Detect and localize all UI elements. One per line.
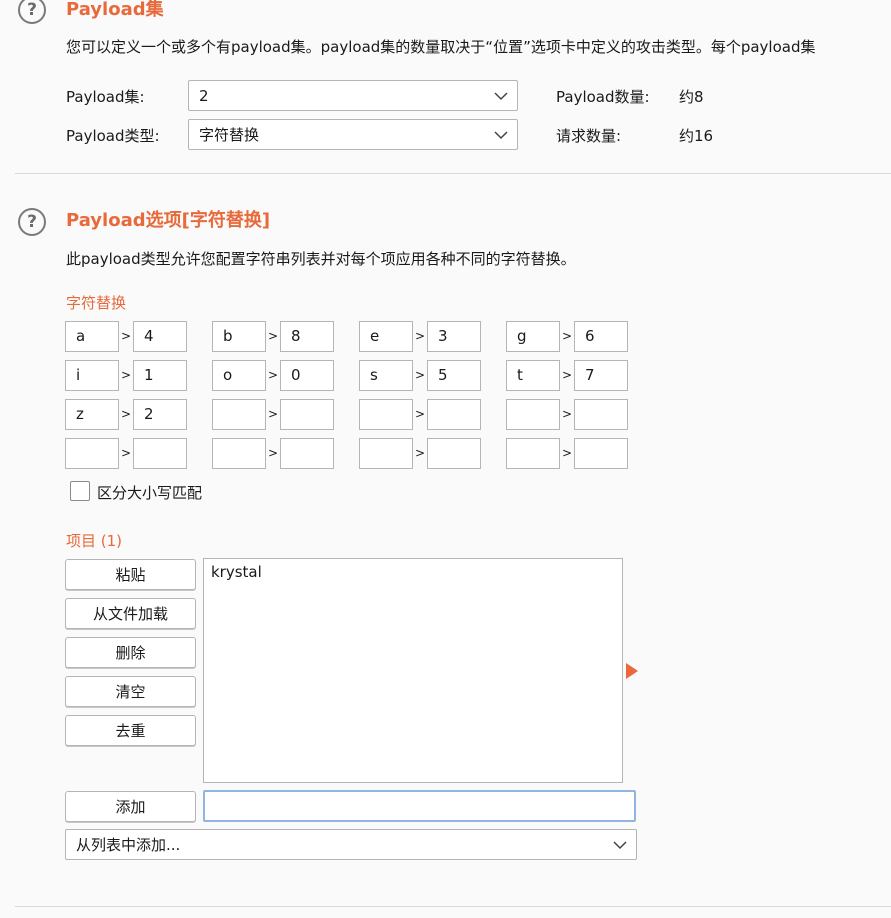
- substitution-from-input[interactable]: o: [212, 360, 266, 391]
- substitution-arrow: >: [561, 446, 573, 460]
- substitution-from-input[interactable]: e: [359, 321, 413, 352]
- payload-options-title: Payload选项[字符替换]: [66, 210, 271, 231]
- payload-type-select[interactable]: 字符替换: [188, 119, 518, 150]
- substitution-to-input[interactable]: 0: [280, 360, 334, 391]
- substitution-arrow: >: [414, 407, 426, 421]
- substitution-arrow: >: [414, 368, 426, 382]
- payload-count-value: 约8: [679, 88, 704, 106]
- substitution-to-input[interactable]: [427, 399, 481, 430]
- substitution-from-input[interactable]: [65, 438, 119, 469]
- case-sensitive-checkbox[interactable]: [70, 481, 90, 501]
- add-from-list-value: 从列表中添加...: [76, 836, 181, 854]
- substitution-from-input[interactable]: i: [65, 360, 119, 391]
- chevron-down-icon: [613, 841, 627, 850]
- clear-button[interactable]: 清空: [65, 676, 196, 707]
- substitution-to-input[interactable]: [280, 399, 334, 430]
- section-divider: [15, 906, 891, 907]
- substitution-from-input[interactable]: g: [506, 321, 560, 352]
- substitution-from-input[interactable]: s: [359, 360, 413, 391]
- substitution-arrow: >: [120, 329, 132, 343]
- substitution-to-input[interactable]: [427, 438, 481, 469]
- items-label: 项目 (1): [66, 532, 123, 550]
- request-count-label: 请求数量:: [556, 127, 622, 145]
- substitution-arrow: >: [414, 329, 426, 343]
- substitution-to-input[interactable]: [574, 399, 628, 430]
- payload-options-description: 此payload类型允许您配置字符串列表并对每个项应用各种不同的字符替换。: [66, 250, 576, 268]
- remove-button[interactable]: 删除: [65, 637, 196, 668]
- substitution-to-input[interactable]: [280, 438, 334, 469]
- request-count-value: 约16: [679, 127, 714, 145]
- payload-set-label: Payload集:: [66, 88, 145, 106]
- substitution-from-input[interactable]: [359, 399, 413, 430]
- collapse-arrow-icon[interactable]: [626, 663, 638, 679]
- substitution-to-input[interactable]: 6: [574, 321, 628, 352]
- substitution-label: 字符替换: [66, 294, 127, 312]
- substitution-to-input[interactable]: 3: [427, 321, 481, 352]
- substitution-arrow: >: [267, 329, 279, 343]
- chevron-down-icon: [494, 131, 508, 140]
- case-sensitive-label: 区分大小写匹配: [97, 484, 203, 502]
- payload-set-select[interactable]: 2: [188, 80, 518, 111]
- substitution-arrow: >: [561, 407, 573, 421]
- payload-type-label: Payload类型:: [66, 127, 160, 145]
- add-item-input[interactable]: [203, 790, 636, 822]
- substitution-arrow: >: [414, 446, 426, 460]
- payload-type-value: 字符替换: [199, 126, 260, 144]
- substitution-from-input[interactable]: [506, 438, 560, 469]
- substitution-arrow: >: [120, 446, 132, 460]
- payload-sets-title: Payload集: [66, 0, 164, 20]
- substitution-from-input[interactable]: [506, 399, 560, 430]
- chevron-down-icon: [494, 92, 508, 101]
- payload-set-value: 2: [199, 86, 209, 105]
- substitution-arrow: >: [267, 446, 279, 460]
- substitution-from-input[interactable]: [212, 399, 266, 430]
- substitution-to-input[interactable]: 8: [280, 321, 334, 352]
- payload-count-label: Payload数量:: [556, 88, 650, 106]
- substitution-arrow: >: [561, 368, 573, 382]
- substitution-arrow: >: [120, 407, 132, 421]
- help-icon[interactable]: ?: [18, 208, 46, 236]
- load-button[interactable]: 从文件加载: [65, 598, 196, 629]
- substitution-arrow: >: [267, 368, 279, 382]
- substitution-to-input[interactable]: 7: [574, 360, 628, 391]
- substitution-from-input[interactable]: a: [65, 321, 119, 352]
- section-divider: [15, 173, 891, 174]
- substitution-arrow: >: [561, 329, 573, 343]
- substitution-to-input[interactable]: [133, 438, 187, 469]
- substitution-from-input[interactable]: [359, 438, 413, 469]
- dedupe-button[interactable]: 去重: [65, 715, 196, 746]
- help-icon[interactable]: ?: [18, 0, 46, 24]
- substitution-to-input[interactable]: 4: [133, 321, 187, 352]
- substitution-arrow: >: [267, 407, 279, 421]
- substitution-to-input[interactable]: 2: [133, 399, 187, 430]
- items-list[interactable]: krystal: [203, 558, 623, 783]
- substitution-arrow: >: [120, 368, 132, 382]
- substitution-to-input[interactable]: 1: [133, 360, 187, 391]
- substitution-from-input[interactable]: [212, 438, 266, 469]
- add-button[interactable]: 添加: [65, 791, 196, 822]
- paste-button[interactable]: 粘贴: [65, 559, 196, 590]
- substitution-from-input[interactable]: z: [65, 399, 119, 430]
- substitution-from-input[interactable]: t: [506, 360, 560, 391]
- add-from-list-select[interactable]: 从列表中添加...: [65, 829, 637, 860]
- payload-sets-description: 您可以定义一个或多个有payload集。payload集的数量取决于“位置”选项…: [66, 38, 816, 56]
- substitution-from-input[interactable]: b: [212, 321, 266, 352]
- substitution-to-input[interactable]: 5: [427, 360, 481, 391]
- substitution-to-input[interactable]: [574, 438, 628, 469]
- list-item[interactable]: krystal: [211, 563, 615, 581]
